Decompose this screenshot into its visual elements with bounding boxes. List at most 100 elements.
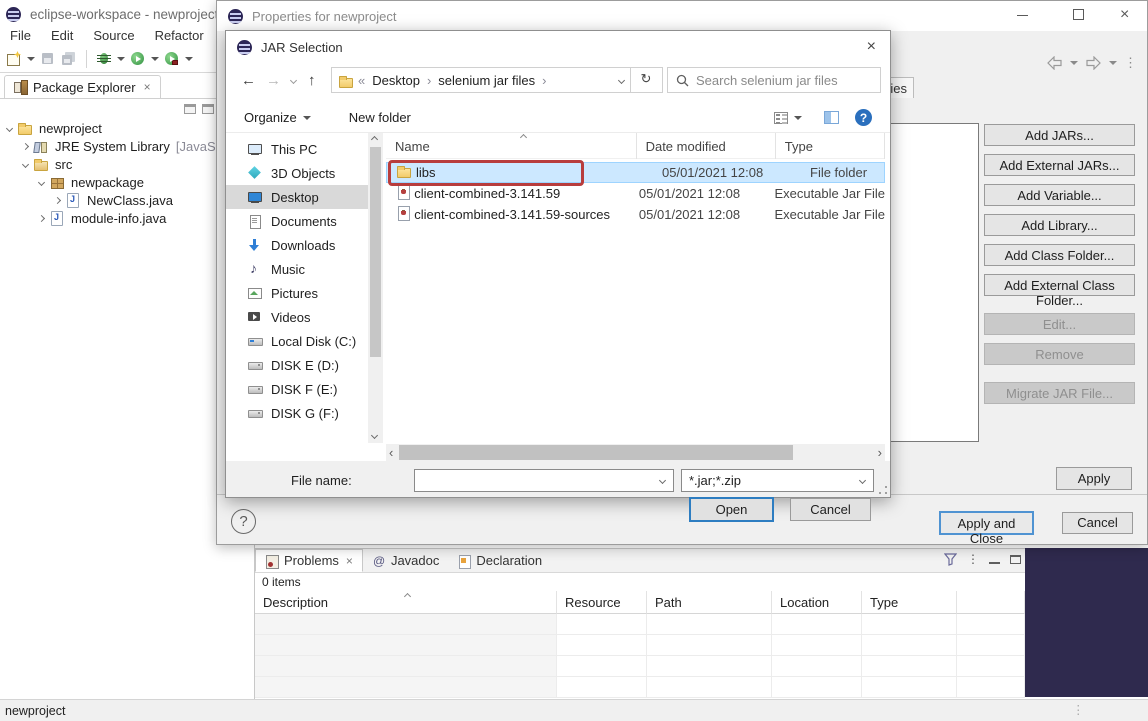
run-icon[interactable]: [130, 51, 146, 67]
forward-icon[interactable]: →: [266, 72, 281, 89]
scrollbar-thumb[interactable]: [370, 147, 381, 357]
add-external-class-folder-button[interactable]: Add External Class Folder...: [984, 274, 1135, 308]
sidebar-item-3d-objects[interactable]: 3D Objects: [226, 161, 368, 185]
maximize-icon[interactable]: [1073, 9, 1084, 20]
scroll-right-icon[interactable]: ›: [878, 445, 882, 460]
save-icon[interactable]: [40, 51, 56, 67]
sidebar-scrollbar[interactable]: [368, 133, 383, 443]
back-history-dropdown-icon[interactable]: [1070, 61, 1078, 69]
debug-icon[interactable]: [96, 51, 112, 67]
menu-source[interactable]: Source: [83, 28, 144, 46]
jar-dialog-titlebar[interactable]: JAR Selection: [226, 31, 890, 63]
expander-icon[interactable]: [37, 178, 46, 186]
back-icon[interactable]: ←: [241, 72, 256, 89]
sidebar-item-this-pc[interactable]: This PC: [226, 137, 368, 161]
sidebar-item-local-disk-c[interactable]: Local Disk (C:): [226, 329, 368, 353]
up-icon[interactable]: ↑: [308, 72, 316, 89]
file-name-dropdown-icon[interactable]: [658, 476, 667, 485]
file-row-client-combined-3-141-59-sources[interactable]: client-combined-3.141.59-sources 05/01/20…: [386, 204, 885, 225]
preview-pane-icon[interactable]: [824, 111, 839, 124]
refresh-button[interactable]: ↻: [630, 67, 663, 93]
expander-icon[interactable]: [53, 196, 62, 204]
back-arrow-icon[interactable]: [1046, 56, 1063, 70]
breadcrumb-segment[interactable]: selenium jar files: [438, 73, 535, 88]
file-name-combo[interactable]: [414, 469, 674, 492]
address-dropdown-icon[interactable]: [617, 76, 626, 84]
apply-button[interactable]: Apply: [1056, 467, 1132, 490]
forward-arrow-icon[interactable]: [1085, 56, 1102, 70]
file-name-input[interactable]: [415, 471, 660, 490]
new-folder-button[interactable]: New folder: [349, 110, 411, 125]
help-icon[interactable]: ?: [855, 109, 872, 126]
tab-problems[interactable]: Problems ×: [255, 549, 363, 572]
scrollbar-thumb[interactable]: [399, 445, 793, 460]
file-row-client-combined-3-141-59[interactable]: client-combined-3.141.59 05/01/2021 12:08…: [386, 183, 885, 204]
list-view-icon[interactable]: [774, 111, 788, 124]
tab-javadoc[interactable]: Javadoc: [363, 549, 448, 572]
expander-icon[interactable]: [5, 124, 14, 132]
close-icon[interactable]: ×: [346, 554, 353, 568]
sidebar-item-videos[interactable]: Videos: [226, 305, 368, 329]
view-menu-icon[interactable]: ⋮: [1124, 55, 1137, 71]
run-external-tools-icon[interactable]: [164, 51, 180, 67]
cancel-button[interactable]: Cancel: [790, 498, 871, 521]
column-header-path[interactable]: Path: [647, 591, 772, 614]
menu-file[interactable]: File: [0, 28, 41, 46]
expander-icon[interactable]: [37, 214, 46, 222]
sidebar-item-downloads[interactable]: Downloads: [226, 233, 368, 257]
add-external-jars-button[interactable]: Add External JARs...: [984, 154, 1135, 176]
filter-icon[interactable]: [944, 552, 957, 566]
column-header-description[interactable]: Description: [255, 591, 557, 614]
properties-titlebar[interactable]: Properties for newproject: [217, 1, 1147, 31]
help-button[interactable]: ?: [231, 509, 256, 534]
new-wizard-icon[interactable]: [6, 51, 22, 67]
tab-package-explorer[interactable]: Package Explorer ×: [4, 75, 161, 98]
open-button[interactable]: Open: [689, 497, 774, 522]
maximize-panel-icon[interactable]: [1010, 554, 1021, 564]
run-dropdown-icon[interactable]: [151, 57, 159, 65]
sidebar-item-disk-g-f[interactable]: DISK G (F:): [226, 401, 368, 425]
file-list-hscrollbar[interactable]: ‹ ›: [386, 444, 885, 461]
expander-icon[interactable]: [21, 142, 30, 150]
scroll-up-icon[interactable]: [370, 135, 379, 144]
search-box[interactable]: [667, 67, 881, 93]
minimize-icon[interactable]: [1017, 15, 1028, 16]
sidebar-item-pictures[interactable]: Pictures: [226, 281, 368, 305]
maximize-view-icon[interactable]: [202, 104, 214, 114]
file-column-header-date-modified[interactable]: Date modified: [637, 133, 776, 159]
breadcrumb-segment[interactable]: Desktop: [372, 73, 420, 88]
history-dropdown-icon[interactable]: [289, 76, 298, 84]
sidebar-item-disk-f-e[interactable]: DISK F (E:): [226, 377, 368, 401]
scroll-left-icon[interactable]: ‹: [389, 445, 393, 460]
minimize-panel-icon[interactable]: [989, 555, 1000, 564]
sidebar-item-documents[interactable]: Documents: [226, 209, 368, 233]
resize-grip[interactable]: [879, 486, 887, 494]
add-variable-button[interactable]: Add Variable...: [984, 184, 1135, 206]
save-all-icon[interactable]: [61, 51, 77, 67]
new-wizard-dropdown-icon[interactable]: [27, 57, 35, 65]
apply-and-close-button[interactable]: Apply and Close: [939, 511, 1034, 546]
view-dropdown-icon[interactable]: [794, 115, 802, 124]
minimize-view-icon[interactable]: [184, 104, 196, 114]
close-icon[interactable]: ×: [144, 80, 151, 94]
sidebar-item-music[interactable]: Music: [226, 257, 368, 281]
external-tools-dropdown-icon[interactable]: [185, 57, 193, 65]
sidebar-item-disk-e-d[interactable]: DISK E (D:): [226, 353, 368, 377]
scroll-down-icon[interactable]: [370, 431, 379, 440]
address-bar[interactable]: « Desktop › selenium jar files ›: [331, 67, 631, 93]
column-header-type[interactable]: Type: [862, 591, 957, 614]
column-header-location[interactable]: Location: [772, 591, 862, 614]
expander-icon[interactable]: [21, 160, 30, 168]
add-class-folder-button[interactable]: Add Class Folder...: [984, 244, 1135, 266]
column-header-resource[interactable]: Resource: [557, 591, 647, 614]
menu-edit[interactable]: Edit: [41, 28, 83, 46]
close-icon[interactable]: ×: [1120, 6, 1129, 24]
file-type-filter[interactable]: *.jar;*.zip: [681, 469, 874, 492]
debug-dropdown-icon[interactable]: [117, 57, 125, 65]
add-library-button[interactable]: Add Library...: [984, 214, 1135, 236]
organize-button[interactable]: Organize: [244, 110, 297, 125]
organize-dropdown-icon[interactable]: [302, 115, 311, 124]
close-icon[interactable]: ×: [867, 38, 876, 56]
sidebar-item-desktop[interactable]: Desktop: [226, 185, 368, 209]
forward-history-dropdown-icon[interactable]: [1109, 61, 1117, 69]
